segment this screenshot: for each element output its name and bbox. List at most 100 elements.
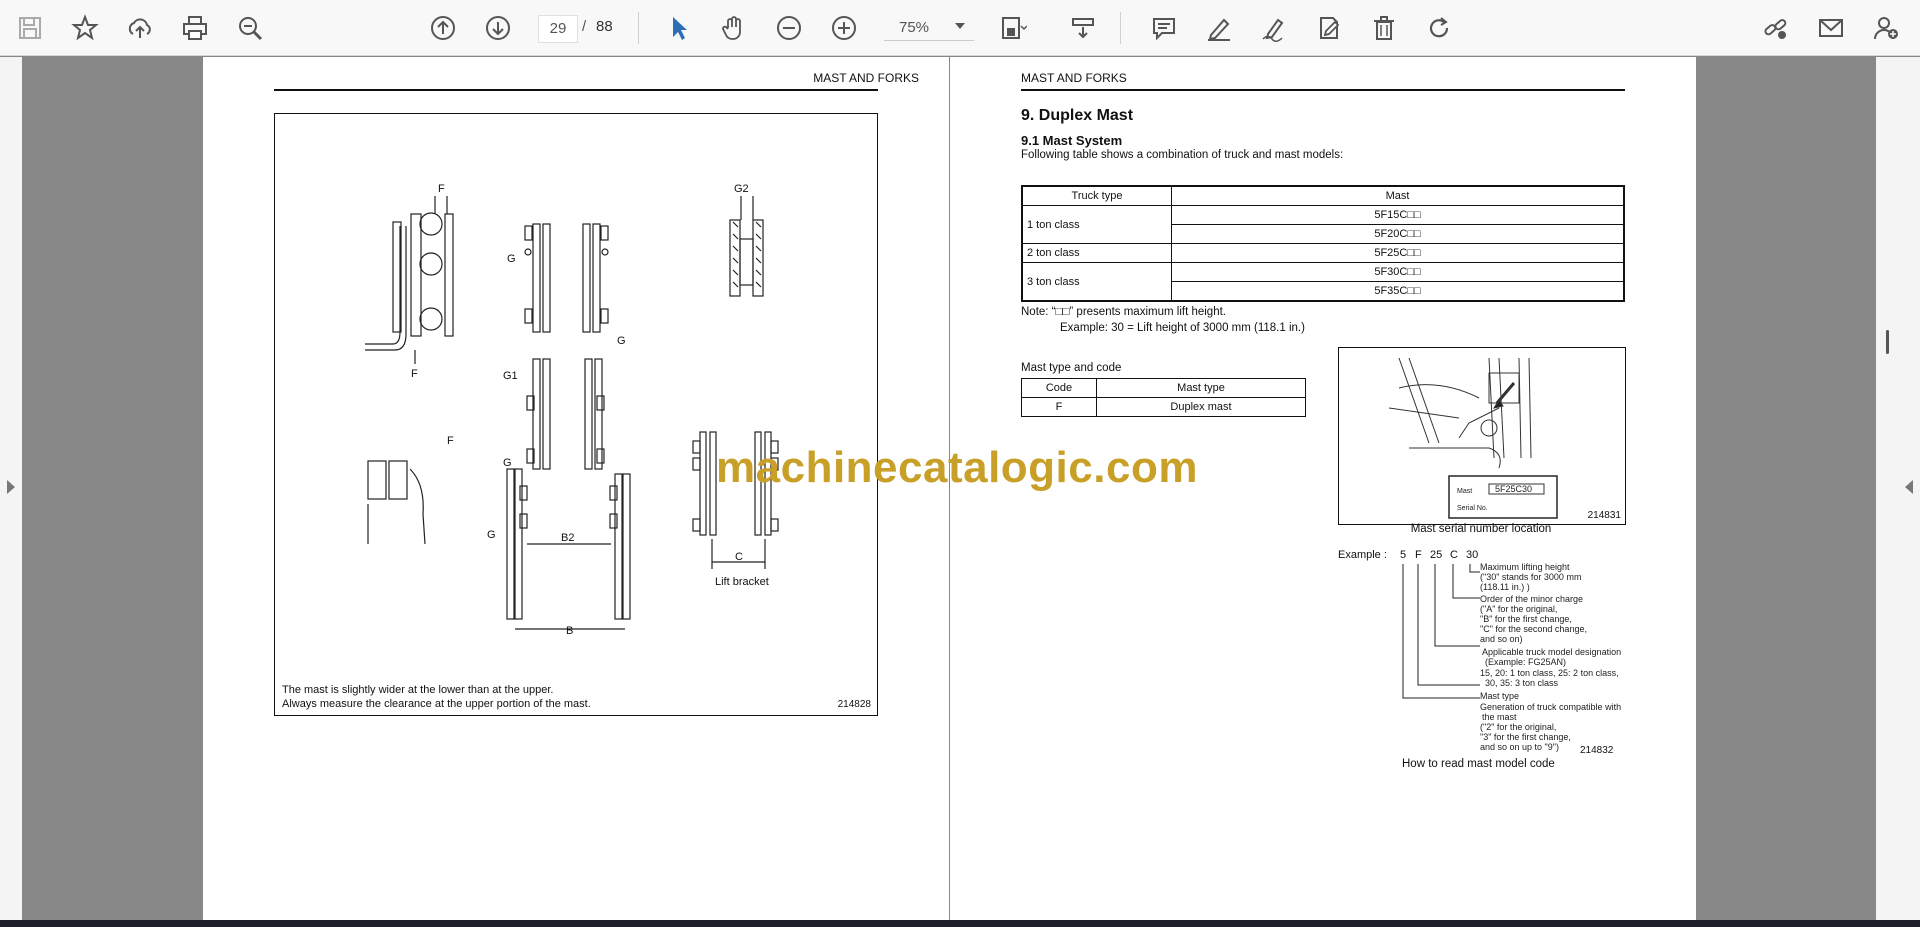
- page-layout-icon[interactable]: [1065, 10, 1101, 46]
- dim-label-b: B: [566, 625, 573, 637]
- example-label: Example :: [1338, 549, 1387, 561]
- table-header: Truck type: [1021, 185, 1172, 206]
- lift-bracket-label: Lift bracket: [715, 576, 769, 588]
- table-cell: 3 ton class: [1021, 262, 1172, 302]
- print-icon[interactable]: [177, 10, 213, 46]
- photo-caption: Mast serial number location: [1410, 523, 1552, 535]
- annotation-line: (Example: FG25AN): [1485, 657, 1567, 667]
- truck-mast-table: Truck type Mast 1 ton class 5F15C□□ 5F20…: [1021, 185, 1625, 302]
- code-char: 30: [1466, 549, 1479, 561]
- delete-icon[interactable]: [1366, 10, 1402, 46]
- mast-serial-drawing: Mast Serial No. 5F25C30: [1388, 357, 1558, 519]
- page-up-icon[interactable]: [425, 10, 461, 46]
- watermark: machinecatalogic.com: [716, 443, 1198, 492]
- dim-label-g-right: G: [617, 335, 626, 347]
- dim-label-f-bottom: F: [411, 368, 418, 380]
- table-cell: 5F30C□□: [1171, 262, 1625, 282]
- table-cell: 5F15C□□: [1171, 205, 1625, 225]
- dim-label-b2: B2: [561, 532, 574, 544]
- toolbar-divider: [638, 12, 639, 44]
- dim-label-g-mid: G: [503, 457, 512, 469]
- plate-label-mast: Mast: [1457, 488, 1472, 495]
- draw-icon[interactable]: [1256, 10, 1292, 46]
- photo-number: 214831: [1587, 510, 1621, 521]
- annotation-line: 15, 20: 1 ton class, 25: 2 ton class,: [1480, 668, 1619, 678]
- annotation-line: Mast type: [1480, 691, 1520, 701]
- code-caption: How to read mast model code: [1402, 758, 1555, 770]
- select-pointer-icon[interactable]: [661, 10, 697, 46]
- right-panel-toggle-icon[interactable]: [1905, 480, 1913, 494]
- table-cell: 2 ton class: [1021, 243, 1172, 263]
- code-char: 5: [1400, 549, 1407, 561]
- table-header: Mast: [1171, 185, 1625, 206]
- add-user-icon[interactable]: [1868, 10, 1904, 46]
- upload-icon[interactable]: [122, 10, 158, 46]
- running-head: MAST AND FORKS: [1021, 71, 1127, 85]
- annotation-line: ("30" stands for 3000 mm: [1480, 572, 1582, 582]
- note-line1: Note: “□□” presents maximum lift height.: [1021, 306, 1226, 318]
- section-title: 9. Duplex Mast: [1021, 107, 1134, 124]
- total-pages: 88: [596, 18, 613, 35]
- left-panel-toggle-icon[interactable]: [7, 480, 15, 494]
- annotation-line: Maximum lifting height: [1480, 562, 1570, 572]
- table-cell: 5F20C□□: [1171, 224, 1625, 244]
- annotation-line: "B" for the first change,: [1480, 614, 1572, 624]
- header-rule: [1021, 89, 1625, 91]
- highlight-pen-icon[interactable]: [1201, 10, 1237, 46]
- annotation-line: "3" for the first change,: [1480, 732, 1571, 742]
- email-icon[interactable]: [1813, 10, 1849, 46]
- zoom-out-icon[interactable]: [771, 10, 807, 46]
- code-char: 25: [1430, 549, 1443, 561]
- zoom-out-magnifier-icon[interactable]: [232, 10, 268, 46]
- comment-icon[interactable]: [1146, 10, 1182, 46]
- chevron-down-icon[interactable]: [955, 23, 965, 29]
- figure-note-line2: Always measure the clearance at the uppe…: [282, 698, 591, 710]
- dim-label-g-low: G: [487, 529, 496, 541]
- bottom-bar: [0, 920, 1920, 927]
- mast-clearance-figure: F F G G G2 G1 G F G B2 B C Lift bracket …: [274, 113, 878, 716]
- scrollbar-thumb[interactable]: [1886, 330, 1889, 354]
- annotation-line: and so on): [1480, 634, 1523, 644]
- intro-text: Following table shows a combination of t…: [1021, 149, 1344, 161]
- dim-label-c: C: [735, 551, 743, 563]
- annotation-line: (118.11 in.) ): [1480, 582, 1530, 592]
- table-cell: 5F35C□□: [1171, 281, 1625, 302]
- page-down-icon[interactable]: [480, 10, 516, 46]
- figure-note-line1: The mast is slightly wider at the lower …: [282, 684, 554, 696]
- right-panel-strip: [1876, 57, 1920, 920]
- mast-clearance-drawing: F F G G G2 G1 G F G B2 B C Lift bracket: [365, 183, 779, 637]
- code-char: C: [1450, 549, 1458, 561]
- dim-label-f-small: F: [447, 435, 454, 447]
- code-figure-number: 214832: [1580, 745, 1614, 756]
- plate-text: 5F25C30: [1495, 484, 1532, 494]
- code-leader-lines: [1402, 564, 1480, 699]
- rotate-icon[interactable]: [1421, 10, 1457, 46]
- annotation-line: ("A" for the original,: [1480, 604, 1558, 614]
- annotation-line: 30, 35: 3 ton class: [1485, 678, 1559, 688]
- mast-serial-photo: Mast Serial No. 5F25C30 214831: [1338, 347, 1626, 525]
- zoom-in-icon[interactable]: [826, 10, 862, 46]
- save-icon[interactable]: [12, 10, 48, 46]
- sign-icon[interactable]: [1311, 10, 1347, 46]
- annotation-line: "C" for the second change,: [1480, 624, 1587, 634]
- subsection-title: 9.1 Mast System: [1021, 133, 1123, 148]
- dim-label-g2: G2: [734, 183, 749, 195]
- toolbar-divider: [1120, 12, 1121, 44]
- annotation-line: Applicable truck model designation: [1482, 647, 1622, 657]
- bookmark-star-icon[interactable]: [67, 10, 103, 46]
- annotation-line: Order of the minor charge: [1480, 594, 1584, 604]
- code-char: F: [1415, 549, 1422, 561]
- annotation-line: ("2" for the original,: [1480, 722, 1557, 732]
- fit-page-icon[interactable]: [995, 10, 1031, 46]
- dim-label-g1: G1: [503, 370, 518, 382]
- hand-pan-icon[interactable]: [716, 10, 752, 46]
- figure-number: 214828: [837, 699, 871, 710]
- table-cell: Duplex mast: [1096, 397, 1306, 417]
- share-link-icon[interactable]: [1758, 10, 1794, 46]
- page-number-input[interactable]: 29: [538, 15, 578, 43]
- mast-type-table-title: Mast type and code: [1021, 362, 1122, 374]
- table-header: Code: [1021, 378, 1097, 398]
- page-separator: /: [582, 18, 587, 35]
- running-head: MAST AND FORKS: [813, 71, 919, 85]
- table-cell: 1 ton class: [1021, 205, 1172, 244]
